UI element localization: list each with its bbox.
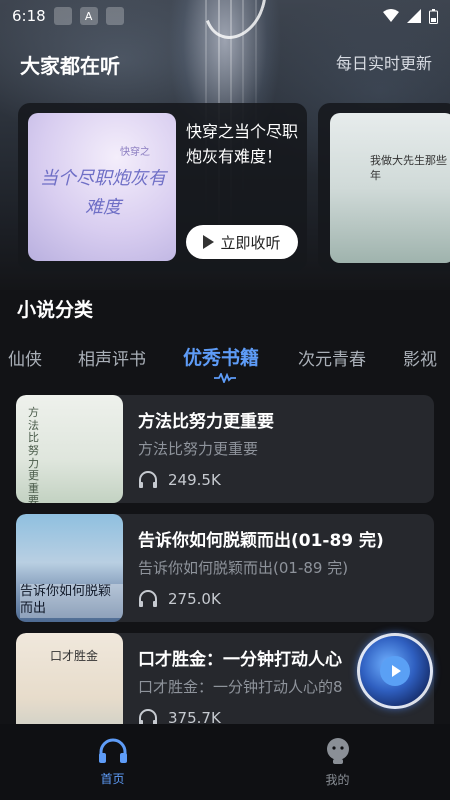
cover-tag: 快穿之 bbox=[120, 147, 150, 158]
notification-icon: A bbox=[79, 7, 98, 25]
tab-xianxia[interactable]: 仙侠 bbox=[8, 345, 42, 370]
book-cover: 方法比努力更重要 bbox=[16, 395, 123, 503]
featured-book-card[interactable]: 我做大先生那些年 bbox=[318, 103, 450, 271]
book-cover: 我做大先生那些年 bbox=[330, 113, 450, 263]
book-description: 方法比努力更重要 bbox=[138, 440, 259, 458]
daily-update-label: 每日实时更新 bbox=[335, 54, 432, 73]
wifi-icon bbox=[383, 9, 399, 22]
nav-mine-label: 我的 bbox=[325, 772, 350, 787]
tab-crosstalk[interactable]: 相声评书 bbox=[78, 345, 146, 370]
book-title: 口才胜金：一分钟打动人心 bbox=[138, 650, 342, 670]
listen-now-label: 立即收听 bbox=[220, 233, 281, 252]
tab-excellent-books[interactable]: 优秀书籍 bbox=[183, 345, 259, 370]
play-icon bbox=[203, 235, 215, 249]
listen-now-button[interactable]: 立即收听 bbox=[186, 225, 298, 259]
play-count: 275.0K bbox=[138, 590, 221, 608]
nav-home[interactable]: 首页 bbox=[0, 724, 225, 800]
active-tab-indicator-icon bbox=[214, 373, 236, 383]
cover-title: 告诉你如何脱颖而出 bbox=[20, 584, 123, 618]
featured-book-title: 快穿之当个尽职炮灰有难度！ bbox=[186, 122, 299, 166]
section-title-popular: 大家都在听 bbox=[20, 54, 120, 78]
status-bar: 6:18 A bbox=[0, 0, 450, 32]
cover-title: 我做大先生那些年 bbox=[370, 154, 447, 183]
headphones-icon bbox=[139, 590, 157, 607]
list-item[interactable]: 告诉你如何脱颖而出 告诉你如何脱颖而出(01-89 完) 告诉你如何脱颖而出(0… bbox=[16, 514, 434, 622]
battery-icon bbox=[429, 8, 438, 24]
headphones-icon bbox=[98, 738, 127, 763]
notification-icon bbox=[53, 7, 72, 25]
tab-youth[interactable]: 次元青春 bbox=[298, 345, 366, 370]
nav-mine[interactable]: 我的 bbox=[225, 724, 450, 800]
list-item[interactable]: 方法比努力更重要 方法比努力更重要 方法比努力更重要 249.5K bbox=[16, 395, 434, 503]
tab-film[interactable]: 影视 bbox=[403, 345, 437, 370]
user-icon bbox=[326, 737, 349, 764]
category-title: 小说分类 bbox=[17, 299, 94, 321]
cover-title: 口才胜金 bbox=[50, 649, 99, 663]
headphones-icon bbox=[139, 471, 157, 488]
book-title: 方法比努力更重要 bbox=[138, 412, 274, 432]
book-title: 告诉你如何脱颖而出(01-89 完) bbox=[138, 531, 384, 551]
floating-player-button[interactable] bbox=[357, 633, 433, 709]
book-description: 口才胜金：一分钟打动人心的8 bbox=[138, 678, 343, 696]
play-icon bbox=[380, 656, 410, 686]
cover-title: 当个尽职炮灰有难度 bbox=[40, 168, 166, 218]
featured-book-card[interactable]: 快穿之 当个尽职炮灰有难度 快穿之当个尽职炮灰有难度！ 立即收听 bbox=[18, 103, 307, 271]
notification-icon bbox=[105, 7, 124, 25]
play-count-value: 275.0K bbox=[168, 590, 221, 608]
status-time: 6:18 bbox=[12, 7, 46, 25]
book-cover: 快穿之 当个尽职炮灰有难度 bbox=[28, 113, 176, 261]
book-cover: 告诉你如何脱颖而出 bbox=[16, 514, 123, 622]
signal-icon bbox=[407, 9, 421, 23]
cover-title: 方法比努力更重要 bbox=[28, 406, 39, 503]
play-count: 249.5K bbox=[138, 471, 221, 489]
book-description: 告诉你如何脱颖而出(01-89 完) bbox=[138, 559, 349, 577]
play-count-value: 249.5K bbox=[168, 471, 221, 489]
nav-home-label: 首页 bbox=[100, 771, 125, 786]
bottom-nav: 首页 我的 bbox=[0, 724, 450, 800]
